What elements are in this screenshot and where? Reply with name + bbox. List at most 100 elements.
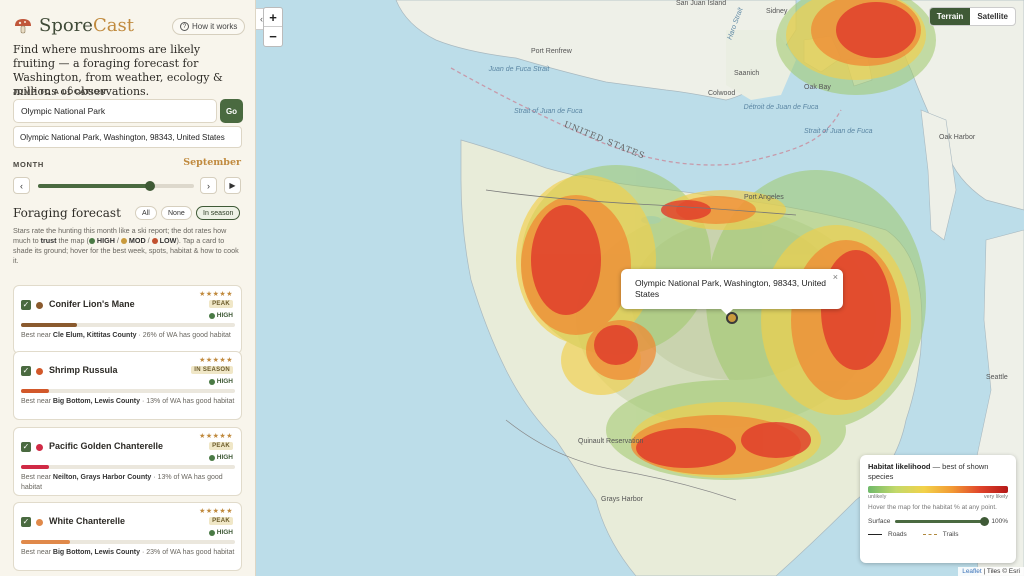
species-checkbox[interactable]: ✓ [21, 517, 31, 527]
species-name: Conifer Lion's Mane [49, 299, 135, 309]
map-label-port-angeles: Port Angeles [744, 194, 784, 201]
surface-label: Surface [868, 518, 891, 525]
how-it-works-button[interactable]: ? How it works [172, 18, 246, 35]
species-card[interactable]: ✓ Conifer Lion's Mane ★★★★★ PEAK HIGH Best ne… [13, 285, 242, 354]
species-card[interactable]: ✓ Pacific Golden Chanterelle ★★★★★ PEAK HIGH… [13, 427, 242, 496]
zoom-out-button[interactable]: − [264, 27, 282, 46]
filter-none[interactable]: None [161, 206, 192, 220]
layer-toggle: Terrain Satellite [928, 7, 1016, 26]
species-card[interactable]: ✓ White Chanterelle ★★★★★ PEAK HIGH Best near… [13, 502, 242, 571]
habitat-legend: Habitat likelihood — best of shown speci… [860, 455, 1016, 563]
brand: SporeCast [13, 15, 134, 36]
confidence-indicator: HIGH [208, 529, 233, 536]
species-checkbox[interactable]: ✓ [21, 366, 31, 376]
map-label-port-renfrew: Port Renfrew [531, 48, 572, 55]
map-label-juan-de-fuca-4: Strait of Juan de Fuca [804, 128, 873, 135]
habitat-bar [21, 540, 235, 544]
confidence-indicator: HIGH [208, 378, 233, 385]
location-pin-icon[interactable] [726, 312, 738, 324]
species-color-dot-icon [36, 368, 43, 375]
confidence-dot-icon [208, 378, 215, 385]
roads-line-icon [868, 534, 882, 535]
species-checkbox[interactable]: ✓ [21, 442, 31, 452]
filter-all[interactable]: All [135, 206, 157, 220]
popup-text: Olympic National Park, Washington, 98343… [635, 278, 827, 299]
species-color-dot-icon [36, 444, 43, 451]
month-prev-button[interactable]: ‹ [13, 177, 30, 194]
surface-value: 100% [991, 518, 1008, 525]
sidebar: SporeCast ? How it works Find where mush… [0, 0, 256, 576]
species-checkbox[interactable]: ✓ [21, 300, 31, 310]
trails-line-icon [922, 534, 937, 535]
best-near-text: Best near Neilton, Grays Harbor County ·… [21, 474, 223, 491]
confidence-dot-icon [208, 454, 215, 461]
map-label-saanich: Saanich [734, 70, 760, 77]
satellite-layer-button[interactable]: Satellite [970, 8, 1015, 25]
forecast-help-text: Stars rate the hunting this month like a… [13, 226, 239, 265]
species-card[interactable]: ✓ Shrimp Russula ★★★★★ IN SEASON HIGH Best ne… [13, 351, 242, 420]
legend-low-label: unlikely [868, 494, 887, 500]
surface-slider[interactable] [895, 517, 990, 526]
month-label: MONTH [13, 160, 44, 169]
roads-label: Roads [888, 531, 907, 538]
legend-title: Habitat likelihood — best of shown speci… [868, 462, 989, 481]
go-button[interactable]: Go [220, 99, 243, 123]
map-label-seattle: Seattle [986, 374, 1008, 381]
confidence-dot-icon [208, 529, 215, 536]
season-badge: IN SEASON [191, 366, 233, 374]
species-color-dot-icon [36, 519, 43, 526]
zoom-in-button[interactable]: + [264, 8, 282, 27]
month-slider[interactable] [38, 181, 194, 191]
play-button[interactable]: ▶ [224, 177, 241, 194]
leaflet-link[interactable]: Leaflet [962, 568, 982, 575]
habitat-bar-fill [21, 323, 77, 327]
habitat-bar [21, 389, 235, 393]
rating-stars-icon: ★★★★★ [199, 357, 233, 364]
habitat-bar-fill [21, 465, 49, 469]
map-label-colwood: Colwood [708, 90, 736, 97]
map[interactable]: San Juan Island Sidney Saanich Oak Bay P… [256, 0, 1024, 576]
map-label-quinault: Quinault Reservation [578, 438, 644, 445]
mod-dot-icon [120, 237, 127, 244]
map-label-sidney: Sidney [766, 8, 788, 15]
best-near-text: Best near Big Bottom, Lewis County · 13%… [21, 398, 235, 405]
legend-high-label: very likely [983, 494, 1008, 500]
question-icon: ? [180, 22, 189, 31]
legend-keys: Roads Trails [868, 531, 1008, 538]
month-slider-fill [38, 184, 151, 188]
map-label-oak-harbor: Oak Harbor [939, 134, 976, 141]
map-attribution: Leaflet | Tiles © Esri [958, 567, 1024, 576]
season-badge: PEAK [209, 442, 233, 450]
month-next-button[interactable]: › [200, 177, 217, 194]
legend-gradient [868, 486, 1008, 493]
filter-in-season[interactable]: In season [196, 206, 241, 220]
map-label-juan-de-fuca-1: Juan de Fuca Strait [488, 66, 550, 73]
trails-label: Trails [942, 531, 959, 538]
app-name: SporeCast [39, 15, 134, 36]
habitat-bar-fill [21, 389, 49, 393]
surface-slider-thumb[interactable] [980, 517, 990, 526]
month-value: September [183, 157, 241, 168]
low-dot-icon [151, 237, 158, 244]
month-slider-thumb[interactable] [145, 181, 156, 191]
species-name: Pacific Golden Chanterelle [49, 441, 164, 451]
popup-close-icon[interactable]: × [833, 272, 838, 283]
mushroom-logo-icon [15, 18, 31, 33]
habitat-bar-fill [21, 540, 71, 544]
legend-hint: Hover the map for the habitat % at any p… [868, 504, 997, 511]
map-label-oak-bay: Oak Bay [804, 84, 831, 91]
forecast-title: Foraging forecast [13, 206, 121, 220]
season-badge: PEAK [209, 300, 233, 308]
confidence-indicator: HIGH [208, 312, 233, 319]
habitat-bar [21, 323, 235, 327]
species-color-dot-icon [36, 302, 43, 309]
rating-stars-icon: ★★★★★ [199, 433, 233, 440]
best-near-text: Best near Cle Elum, Kittitas County · 26… [21, 332, 231, 339]
rating-stars-icon: ★★★★★ [199, 291, 233, 298]
location-search-input[interactable] [13, 99, 217, 123]
map-label-juan-de-fuca-3: Détroit de Juan de Fuca [743, 104, 819, 111]
best-near-text: Best near Big Bottom, Lewis County · 23%… [21, 549, 235, 556]
terrain-layer-button[interactable]: Terrain [929, 8, 971, 25]
map-label-juan-de-fuca-2: Strait of Juan de Fuca [514, 108, 583, 115]
location-result-item[interactable]: Olympic National Park, Washington, 98343… [13, 126, 242, 148]
